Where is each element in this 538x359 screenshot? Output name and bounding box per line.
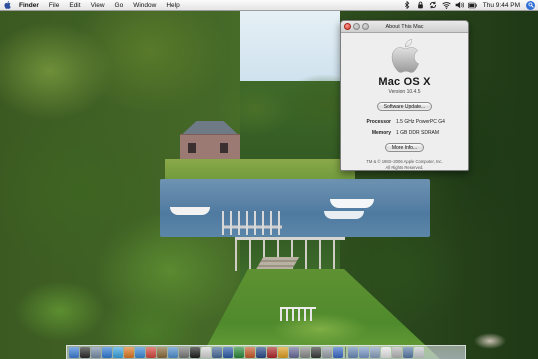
wallpaper-bench — [280, 307, 316, 321]
acrobat-icon[interactable] — [267, 347, 277, 358]
window-body: Mac OS X Version 10.4.5 Software Update.… — [341, 33, 468, 170]
idvd-icon[interactable] — [300, 347, 310, 358]
excel-icon[interactable] — [234, 347, 244, 358]
menu-help[interactable]: Help — [161, 0, 184, 11]
menu-extras: Thu 9:44 PM — [403, 0, 538, 11]
menu-go[interactable]: Go — [110, 0, 129, 11]
zoom-button[interactable] — [362, 23, 369, 30]
window-controls — [344, 23, 369, 30]
quicktime-icon[interactable] — [333, 347, 343, 358]
dock — [66, 345, 466, 359]
memory-label: Memory — [371, 130, 391, 136]
menu-app-finder[interactable]: Finder — [14, 0, 44, 11]
sync-icon[interactable] — [429, 1, 438, 10]
processor-row: Processor 1.5 GHz PowerPC G4 — [347, 119, 462, 125]
itunes-icon[interactable] — [135, 347, 145, 358]
bluetooth-icon[interactable] — [403, 1, 412, 10]
keychain-lock-icon[interactable] — [416, 1, 425, 10]
menu-file[interactable]: File — [44, 0, 64, 11]
memory-row: Memory 1 GB DDR SDRAM — [347, 130, 462, 136]
activity-monitor-icon[interactable] — [311, 347, 321, 358]
word-icon[interactable] — [223, 347, 233, 358]
menu-bar: Finder File Edit View Go Window Help Thu… — [0, 0, 538, 11]
mail-icon[interactable] — [91, 347, 101, 358]
trash-icon[interactable] — [414, 347, 424, 358]
minimized-window-icon[interactable] — [392, 347, 402, 358]
menu-clock[interactable]: Thu 9:44 PM — [481, 2, 522, 9]
powerpoint-icon[interactable] — [245, 347, 255, 358]
apple-logo-icon — [390, 39, 420, 73]
network-icon[interactable] — [403, 347, 413, 358]
wallpaper-pier — [222, 211, 282, 235]
ichat-icon[interactable] — [113, 347, 123, 358]
system-preferences-icon[interactable] — [179, 347, 189, 358]
preview-icon[interactable] — [212, 347, 222, 358]
imovie-icon[interactable] — [289, 347, 299, 358]
airport-wifi-icon[interactable] — [442, 1, 451, 10]
address-book-icon[interactable] — [157, 347, 167, 358]
documents-folder-icon[interactable] — [359, 347, 369, 358]
close-button[interactable] — [344, 23, 351, 30]
dashboard-icon[interactable] — [80, 347, 90, 358]
terminal-icon[interactable] — [190, 347, 200, 358]
volume-icon[interactable] — [455, 1, 464, 10]
safari-icon[interactable] — [102, 347, 112, 358]
processor-value: 1.5 GHz PowerPC G4 — [396, 119, 445, 125]
ical-icon[interactable] — [146, 347, 156, 358]
applications-folder-icon[interactable] — [348, 347, 358, 358]
menu-view[interactable]: View — [86, 0, 110, 11]
wallpaper-rocks — [470, 331, 510, 351]
spotlight-icon[interactable] — [526, 0, 535, 10]
photoshop-icon[interactable] — [256, 347, 266, 358]
window-titlebar[interactable]: About This Mac — [341, 21, 468, 33]
more-info-button[interactable]: More Info... — [384, 143, 425, 152]
battery-icon[interactable] — [467, 1, 477, 10]
iphoto-icon[interactable] — [168, 347, 178, 358]
disk-utility-icon[interactable] — [322, 347, 332, 358]
menu-window[interactable]: Window — [128, 0, 161, 11]
apple-logo-icon — [3, 1, 11, 9]
legal-line-2: All Rights Reserved. — [385, 164, 424, 170]
wallpaper-boat — [324, 211, 364, 219]
apple-menu-icon[interactable] — [0, 0, 14, 11]
minimize-button[interactable] — [353, 23, 360, 30]
memory-value: 1 GB DDR SDRAM — [396, 130, 440, 136]
software-update-button[interactable]: Software Update... — [376, 102, 433, 111]
dock-separator — [345, 347, 346, 358]
downloads-stack-icon[interactable] — [370, 347, 380, 358]
os-name: Mac OS X — [378, 76, 431, 88]
house-wall — [180, 134, 240, 162]
wallpaper-boat — [330, 199, 374, 208]
garageband-icon[interactable] — [278, 347, 288, 358]
wallpaper-far-lawn — [165, 159, 355, 181]
house-roof — [181, 121, 239, 135]
wallpaper-boat — [170, 207, 210, 215]
about-this-mac-window: About This Mac Mac OS X Version 10.4.5 S… — [340, 20, 469, 171]
firefox-icon[interactable] — [124, 347, 134, 358]
wallpaper-house — [176, 121, 244, 163]
finder-icon[interactable] — [69, 347, 79, 358]
textedit-icon[interactable] — [201, 347, 211, 358]
os-version: Version 10.4.5 — [388, 89, 421, 95]
legal-text: TM & © 1983–2006 Apple Computer, Inc. Al… — [347, 159, 462, 170]
document-icon[interactable] — [381, 347, 391, 358]
window-title: About This Mac — [385, 23, 424, 30]
menu-edit[interactable]: Edit — [64, 0, 85, 11]
processor-label: Processor — [366, 119, 391, 125]
